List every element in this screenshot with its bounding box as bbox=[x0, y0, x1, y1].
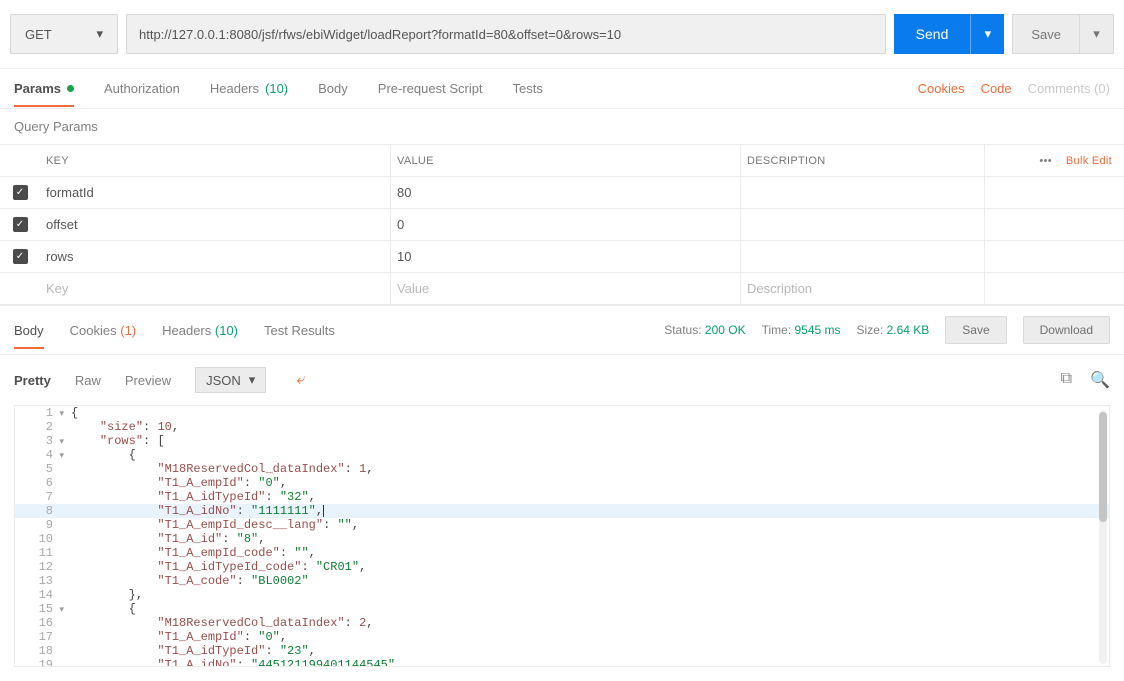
link-cookies[interactable]: Cookies bbox=[918, 81, 965, 96]
param-row: ✓ offset 0 bbox=[0, 209, 1124, 241]
tab-prerequest[interactable]: Pre-request Script bbox=[378, 81, 483, 96]
param-desc[interactable] bbox=[740, 177, 984, 208]
tab-headers[interactable]: Headers (10) bbox=[210, 81, 288, 96]
param-value[interactable]: 0 bbox=[390, 209, 740, 240]
param-key-ph[interactable]: Key bbox=[40, 281, 390, 296]
save-button-label: Save bbox=[1013, 27, 1079, 42]
query-params-title: Query Params bbox=[0, 109, 1124, 144]
param-key[interactable]: formatId bbox=[40, 185, 390, 200]
code-line[interactable]: 4▾ { bbox=[15, 448, 1109, 462]
tab-authorization[interactable]: Authorization bbox=[104, 81, 180, 96]
params-header-row: KEY VALUE DESCRIPTION ••• Bulk Edit bbox=[0, 145, 1124, 177]
param-value-ph[interactable]: Value bbox=[390, 273, 740, 304]
params-dot-icon bbox=[67, 85, 74, 92]
code-line[interactable]: 2 "size": 10, bbox=[15, 420, 1109, 434]
param-key[interactable]: offset bbox=[40, 217, 390, 232]
col-desc-header: DESCRIPTION bbox=[740, 145, 984, 176]
download-button[interactable]: Download bbox=[1023, 316, 1110, 344]
param-row: ✓ rows 10 bbox=[0, 241, 1124, 273]
checkbox-icon[interactable]: ✓ bbox=[13, 217, 28, 232]
url-input[interactable] bbox=[126, 14, 886, 54]
tab-tests[interactable]: Tests bbox=[513, 81, 543, 96]
link-code[interactable]: Code bbox=[981, 81, 1012, 96]
resp-tab-testresults[interactable]: Test Results bbox=[264, 323, 335, 338]
method-label: GET bbox=[25, 27, 52, 42]
code-line[interactable]: 17 "T1_A_empId": "0", bbox=[15, 630, 1109, 644]
request-bar: GET ▾ Send ▾ Save ▾ bbox=[0, 0, 1124, 69]
send-button[interactable]: Send ▾ bbox=[894, 14, 1005, 54]
resp-tab-cookies[interactable]: Cookies (1) bbox=[70, 323, 136, 338]
tab-params[interactable]: Params bbox=[14, 81, 74, 96]
param-value[interactable]: 80 bbox=[390, 177, 740, 208]
code-line[interactable]: 5 "M18ReservedCol_dataIndex": 1, bbox=[15, 462, 1109, 476]
param-desc-ph[interactable]: Description bbox=[740, 273, 984, 304]
code-line[interactable]: 3▾ "rows": [ bbox=[15, 434, 1109, 448]
save-response-button[interactable]: Save bbox=[945, 316, 1006, 344]
code-line[interactable]: 19 "T1_A_idNo": "445121199401144545", bbox=[15, 658, 1109, 667]
code-line[interactable]: 10 "T1_A_id": "8", bbox=[15, 532, 1109, 546]
time-value: 9545 ms bbox=[795, 323, 841, 337]
code-line[interactable]: 7 "T1_A_idTypeId": "32", bbox=[15, 490, 1109, 504]
save-button[interactable]: Save ▾ bbox=[1012, 14, 1114, 54]
param-row-empty: Key Value Description bbox=[0, 273, 1124, 305]
copy-icon[interactable]: ⧉ bbox=[1061, 370, 1072, 390]
resp-tab-body[interactable]: Body bbox=[14, 323, 44, 338]
scrollbar-thumb[interactable] bbox=[1099, 412, 1107, 522]
search-icon[interactable]: 🔍 bbox=[1090, 370, 1110, 390]
checkbox-icon[interactable]: ✓ bbox=[13, 185, 28, 200]
code-line[interactable]: 12 "T1_A_idTypeId_code": "CR01", bbox=[15, 560, 1109, 574]
col-key-header: KEY bbox=[40, 155, 390, 167]
param-value[interactable]: 10 bbox=[390, 241, 740, 272]
response-tabs: Body Cookies (1) Headers (10) Test Resul… bbox=[0, 305, 1124, 355]
code-line[interactable]: 15▾ { bbox=[15, 602, 1109, 616]
code-line[interactable]: 16 "M18ReservedCol_dataIndex": 2, bbox=[15, 616, 1109, 630]
chevron-down-icon: ▾ bbox=[96, 26, 103, 42]
param-desc[interactable] bbox=[740, 241, 984, 272]
code-line[interactable]: 8 "T1_A_idNo": "1111111", bbox=[15, 504, 1109, 518]
chevron-down-icon: ▾ bbox=[249, 372, 256, 388]
status-value: 200 OK bbox=[705, 323, 746, 337]
response-body-editor[interactable]: 1▾{2 "size": 10,3▾ "rows": [4▾ {5 "M18Re… bbox=[14, 405, 1110, 667]
bulk-edit-link[interactable]: Bulk Edit bbox=[1066, 155, 1112, 167]
body-view-toolbar: Pretty Raw Preview JSON ▾ ⤶ ⧉ 🔍 bbox=[0, 355, 1124, 405]
save-split-chevron[interactable]: ▾ bbox=[1079, 14, 1113, 54]
wrap-lines-icon[interactable]: ⤶ bbox=[290, 367, 311, 393]
scrollbar[interactable] bbox=[1099, 410, 1107, 664]
col-value-header: VALUE bbox=[390, 145, 740, 176]
more-icon[interactable]: ••• bbox=[1039, 155, 1051, 167]
method-select[interactable]: GET ▾ bbox=[10, 14, 118, 54]
param-key[interactable]: rows bbox=[40, 249, 390, 264]
code-line[interactable]: 9 "T1_A_empId_desc__lang": "", bbox=[15, 518, 1109, 532]
checkbox-icon[interactable]: ✓ bbox=[13, 249, 28, 264]
send-split-chevron[interactable]: ▾ bbox=[970, 14, 1004, 54]
request-tabs: Params Authorization Headers (10) Body P… bbox=[0, 69, 1124, 109]
response-meta: Status: 200 OK Time: 9545 ms Size: 2.64 … bbox=[664, 316, 1110, 344]
view-pretty[interactable]: Pretty bbox=[14, 373, 51, 388]
resp-tab-headers[interactable]: Headers (10) bbox=[162, 323, 238, 338]
code-line[interactable]: 11 "T1_A_empId_code": "", bbox=[15, 546, 1109, 560]
param-row: ✓ formatId 80 bbox=[0, 177, 1124, 209]
view-raw[interactable]: Raw bbox=[75, 373, 101, 388]
link-comments[interactable]: Comments (0) bbox=[1028, 81, 1110, 96]
request-right-links: Cookies Code Comments (0) bbox=[918, 81, 1110, 96]
tab-body[interactable]: Body bbox=[318, 81, 348, 96]
format-select[interactable]: JSON ▾ bbox=[195, 367, 266, 393]
send-button-label: Send bbox=[894, 26, 971, 42]
params-table: KEY VALUE DESCRIPTION ••• Bulk Edit ✓ fo… bbox=[0, 144, 1124, 305]
size-value: 2.64 KB bbox=[887, 323, 930, 337]
code-line[interactable]: 14 }, bbox=[15, 588, 1109, 602]
view-preview[interactable]: Preview bbox=[125, 373, 171, 388]
param-desc[interactable] bbox=[740, 209, 984, 240]
code-line[interactable]: 13 "T1_A_code": "BL0002" bbox=[15, 574, 1109, 588]
code-line[interactable]: 18 "T1_A_idTypeId": "23", bbox=[15, 644, 1109, 658]
code-line[interactable]: 1▾{ bbox=[15, 406, 1109, 420]
code-line[interactable]: 6 "T1_A_empId": "0", bbox=[15, 476, 1109, 490]
